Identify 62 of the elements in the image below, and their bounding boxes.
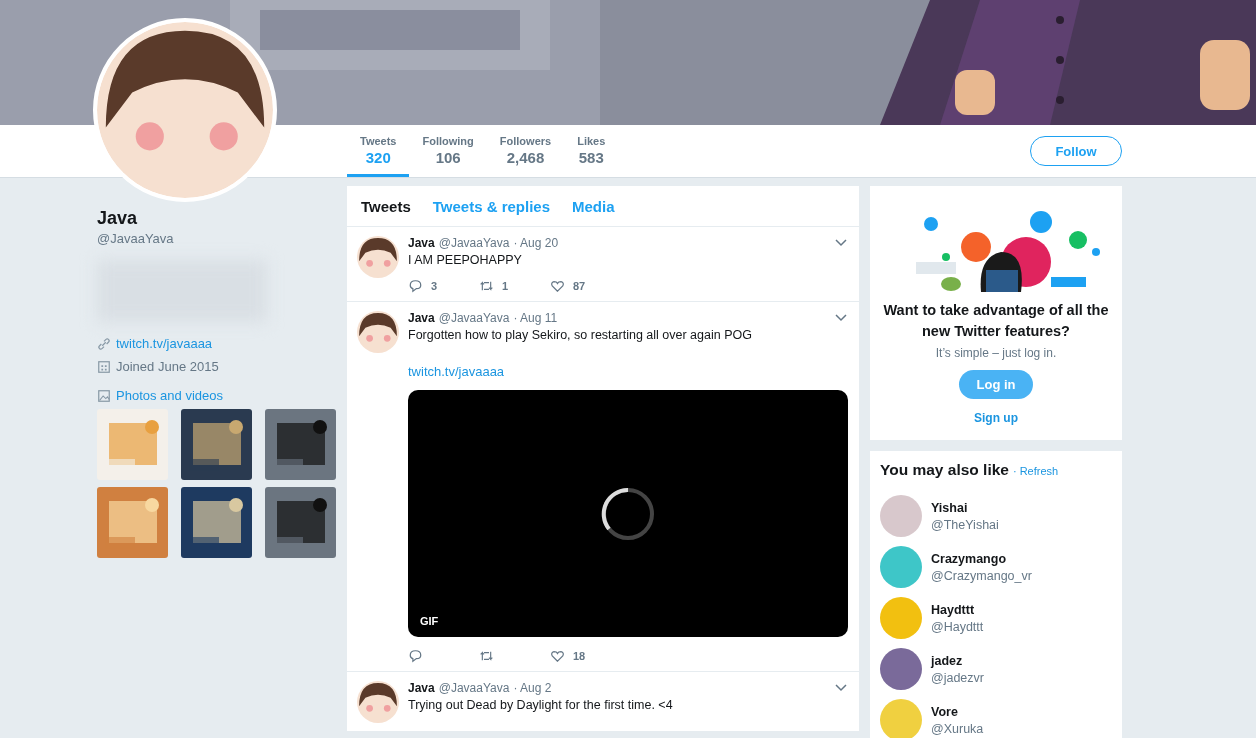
join-date: Joined June 2015 xyxy=(116,359,219,374)
retweet-icon[interactable] xyxy=(479,649,494,663)
like-count: 18 xyxy=(573,650,586,662)
tweet-date[interactable]: · Aug 2 xyxy=(513,681,552,695)
author-name[interactable]: Java xyxy=(408,236,435,250)
tweet-link[interactable]: twitch.tv/javaaaa xyxy=(408,364,505,379)
retweet-count: 1 xyxy=(502,280,509,292)
account-name[interactable]: Crazymango xyxy=(931,551,1032,566)
author-handle[interactable]: @JavaaYava xyxy=(438,236,510,250)
like-count: 87 xyxy=(573,280,586,292)
heart-icon[interactable] xyxy=(550,649,565,663)
timeline-tab[interactable]: Tweets xyxy=(350,197,422,215)
author-handle[interactable]: @JavaaYava xyxy=(438,681,510,695)
avatar xyxy=(357,236,399,278)
account-handle[interactable]: @Xuruka xyxy=(931,721,984,736)
account-handle[interactable]: @Haydttt xyxy=(931,619,984,634)
follow-button[interactable]: Follow xyxy=(1030,136,1122,166)
chevron-down-icon[interactable] xyxy=(835,684,847,692)
chevron-down-icon[interactable] xyxy=(835,314,847,322)
gif-player[interactable]: GIF xyxy=(408,390,848,637)
account-name[interactable]: Vore xyxy=(931,704,984,719)
account-handle[interactable]: @Crazymango_vr xyxy=(931,568,1032,583)
author-name[interactable]: Java xyxy=(408,311,435,325)
account-name[interactable]: jadez xyxy=(931,653,984,668)
tweet-text: I AM PEEPOHAPPY xyxy=(408,253,523,267)
retweet-icon[interactable] xyxy=(479,279,494,293)
timeline-tab[interactable]: Tweets & replies xyxy=(421,197,562,215)
photos-link[interactable]: Photos and videos xyxy=(116,388,223,403)
tweet-text: Trying out Dead by Daylight for the first time. <4 xyxy=(408,698,674,712)
profile-handle: @JavaaYava xyxy=(97,231,175,246)
account-handle[interactable]: @TheYishai xyxy=(931,517,999,532)
signup-link[interactable]: Sign up xyxy=(974,411,1018,425)
tweet-date[interactable]: · Aug 11 xyxy=(513,311,558,325)
promo-title: Want to take advantage of all the new Twitter features? xyxy=(882,301,1110,341)
section-title: You may also like xyxy=(880,461,1009,479)
calendar-icon xyxy=(97,359,111,374)
image-icon xyxy=(97,388,111,403)
tweet-date[interactable]: · Aug 20 xyxy=(513,236,559,250)
account-handle[interactable]: @jadezvr xyxy=(931,670,984,685)
author-handle[interactable]: @JavaaYava xyxy=(438,311,510,325)
chevron-down-icon[interactable] xyxy=(835,239,847,247)
author-name[interactable]: Java xyxy=(408,681,435,695)
account-name[interactable]: Haydttt xyxy=(931,602,984,617)
refresh-link[interactable]: · Refresh xyxy=(1012,465,1059,477)
profile-name: Java xyxy=(97,208,139,229)
stat-tab[interactable]: Tweets 320 xyxy=(347,125,410,177)
reply-icon[interactable] xyxy=(408,649,423,663)
promo-subtitle: It’s simple – just log in. xyxy=(935,346,1057,360)
reply-icon[interactable] xyxy=(408,279,423,293)
heart-icon[interactable] xyxy=(550,279,565,293)
link-icon xyxy=(97,336,111,351)
stat-tab[interactable]: Likes 583 xyxy=(564,125,619,177)
reply-count: 3 xyxy=(431,280,438,292)
profile-link[interactable]: twitch.tv/javaaaa xyxy=(116,336,213,351)
stat-tab[interactable]: Followers 2,468 xyxy=(486,125,565,177)
timeline-tab[interactable]: Media xyxy=(561,197,626,215)
stat-tab[interactable]: Following 106 xyxy=(409,125,487,177)
account-avatar[interactable] xyxy=(880,648,922,690)
account-name[interactable]: Yishai xyxy=(931,500,999,515)
tweet-text: Forgotten how to play Sekiro, so restarting all over again POG xyxy=(408,328,753,342)
avatar xyxy=(357,311,399,353)
avatar xyxy=(357,681,399,723)
